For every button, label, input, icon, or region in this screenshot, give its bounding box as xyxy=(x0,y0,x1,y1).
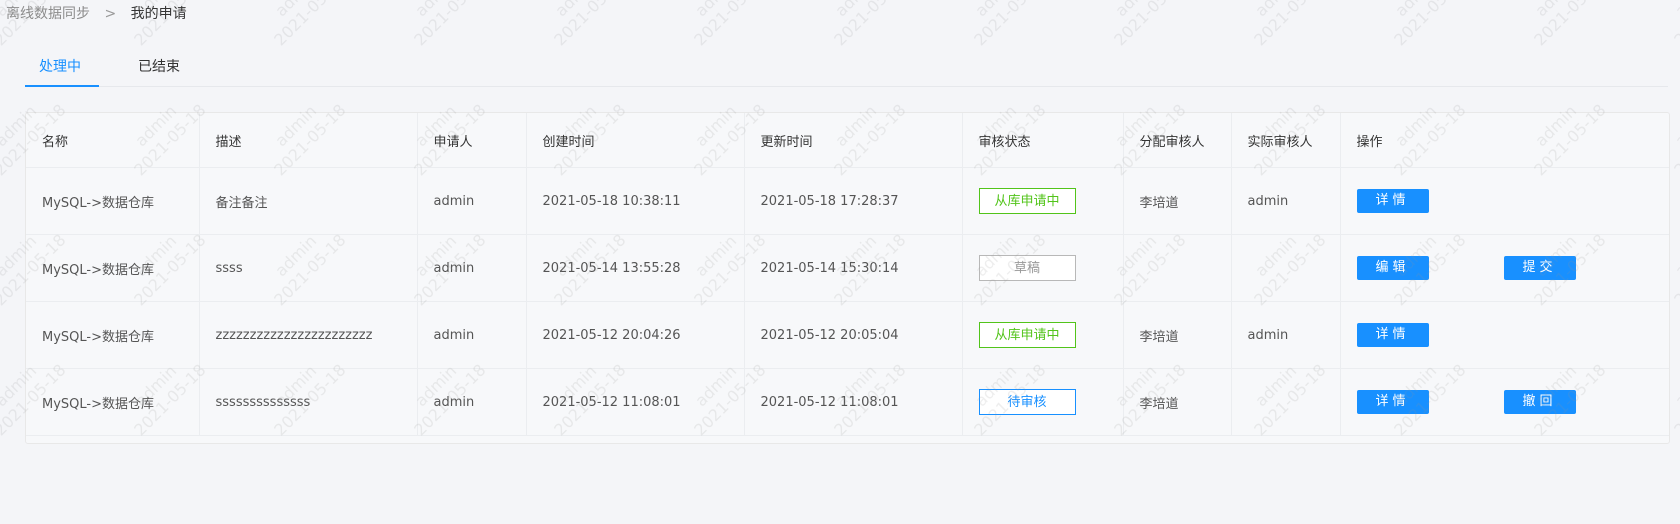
watermark-user: admin xyxy=(236,0,356,56)
tab-processing[interactable]: 处理中 xyxy=(39,56,81,76)
cell-desc: 备注备注 xyxy=(199,167,418,235)
watermark-user: admin xyxy=(376,0,496,56)
status-badge: 从库申请中 xyxy=(978,188,1076,214)
column-header-name: 名称 xyxy=(26,113,200,168)
cell-assigned: 李培道 xyxy=(1123,301,1232,369)
breadcrumb-parent-link[interactable]: 离线数据同步 xyxy=(6,6,90,22)
cell-updated: 2021-05-18 17:28:37 xyxy=(744,167,963,235)
cell-created: 2021-05-12 11:08:01 xyxy=(526,368,745,436)
cell-assigned: 李培道 xyxy=(1123,167,1232,235)
watermark-user: admin xyxy=(656,0,776,56)
table-row: MySQL->数据仓库 zzzzzzzzzzzzzzzzzzzzzzz admi… xyxy=(26,301,1669,369)
table-row: MySQL->数据仓库 ssss admin 2021-05-14 13:55:… xyxy=(26,234,1669,302)
column-header-desc: 描述 xyxy=(199,113,418,168)
table-header-row: 名称 描述 申请人 创建时间 更新时间 审核状态 分配审核人 实际审核人 操作 xyxy=(26,113,1669,168)
table-row: MySQL->数据仓库 备注备注 admin 2021-05-18 10:38:… xyxy=(26,167,1669,235)
cell-desc: ssssssssssssss xyxy=(199,368,418,436)
column-header-assigned: 分配审核人 xyxy=(1123,113,1232,168)
cell-updated: 2021-05-12 20:05:04 xyxy=(744,301,963,369)
watermark-user: admin xyxy=(1076,0,1196,56)
cell-name: MySQL->数据仓库 xyxy=(26,167,200,235)
cell-name: MySQL->数据仓库 xyxy=(26,234,200,302)
cell-status: 草稿 xyxy=(962,234,1124,302)
withdraw-button[interactable]: 撤回 xyxy=(1503,390,1576,414)
cell-actual xyxy=(1231,368,1341,436)
status-tabs: 处理中 已结束 xyxy=(25,50,1668,87)
status-badge: 待审核 xyxy=(978,389,1076,415)
cell-status: 从库申请中 xyxy=(962,301,1124,369)
cell-updated: 2021-05-14 15:30:14 xyxy=(744,234,963,302)
cell-assigned xyxy=(1123,234,1232,302)
cell-actions: 详情 xyxy=(1340,301,1669,369)
tab-finished-label: 已结束 xyxy=(138,59,180,75)
watermark-user: admin xyxy=(1496,0,1616,56)
submit-button[interactable]: 提交 xyxy=(1503,256,1576,280)
breadcrumb: 离线数据同步 > 我的申请 xyxy=(6,4,187,24)
detail-button[interactable]: 详情 xyxy=(1356,189,1429,213)
cell-applicant: admin xyxy=(417,167,527,235)
watermark-user: admin xyxy=(796,0,916,56)
cell-actions: 详情 撤回 xyxy=(1340,368,1669,436)
status-badge: 草稿 xyxy=(978,255,1076,281)
cell-name: MySQL->数据仓库 xyxy=(26,301,200,369)
cell-desc: ssss xyxy=(199,234,418,302)
cell-actions: 编辑 提交 xyxy=(1340,234,1669,302)
cell-name: MySQL->数据仓库 xyxy=(26,368,200,436)
cell-actual: admin xyxy=(1231,167,1341,235)
cell-applicant: admin xyxy=(417,234,527,302)
watermark-user: admin xyxy=(516,0,636,56)
detail-button[interactable]: 详情 xyxy=(1356,390,1429,414)
cell-created: 2021-05-12 20:04:26 xyxy=(526,301,745,369)
cell-actual xyxy=(1231,234,1341,302)
cell-desc: zzzzzzzzzzzzzzzzzzzzzzz xyxy=(199,301,418,369)
column-header-actions: 操作 xyxy=(1340,113,1669,168)
cell-applicant: admin xyxy=(417,301,527,369)
status-badge: 从库申请中 xyxy=(978,322,1076,348)
tab-active-indicator xyxy=(25,85,99,87)
detail-button[interactable]: 详情 xyxy=(1356,323,1429,347)
column-header-actual: 实际审核人 xyxy=(1231,113,1341,168)
cell-actions: 详情 xyxy=(1340,167,1669,235)
breadcrumb-separator: > xyxy=(104,6,117,22)
tab-finished[interactable]: 已结束 xyxy=(138,56,180,76)
cell-updated: 2021-05-12 11:08:01 xyxy=(744,368,963,436)
cell-status: 从库申请中 xyxy=(962,167,1124,235)
column-header-updated: 更新时间 xyxy=(744,113,963,168)
column-header-status: 审核状态 xyxy=(962,113,1124,168)
watermark-user: admin xyxy=(1216,0,1336,56)
applications-table: 名称 描述 申请人 创建时间 更新时间 审核状态 分配审核人 实际审核人 操作 … xyxy=(25,112,1670,444)
watermark-user: admin xyxy=(936,0,1056,56)
edit-button[interactable]: 编辑 xyxy=(1356,256,1429,280)
cell-created: 2021-05-14 13:55:28 xyxy=(526,234,745,302)
tab-processing-label: 处理中 xyxy=(39,59,81,75)
cell-actual: admin xyxy=(1231,301,1341,369)
watermark-user: admin xyxy=(1356,0,1476,56)
cell-assigned: 李培道 xyxy=(1123,368,1232,436)
table-row: MySQL->数据仓库 ssssssssssssss admin 2021-05… xyxy=(26,368,1669,436)
breadcrumb-current: 我的申请 xyxy=(130,6,187,22)
cell-applicant: admin xyxy=(417,368,527,436)
cell-created: 2021-05-18 10:38:11 xyxy=(526,167,745,235)
watermark-user: admin xyxy=(1636,0,1680,56)
column-header-created: 创建时间 xyxy=(526,113,745,168)
column-header-applicant: 申请人 xyxy=(417,113,527,168)
cell-status: 待审核 xyxy=(962,368,1124,436)
